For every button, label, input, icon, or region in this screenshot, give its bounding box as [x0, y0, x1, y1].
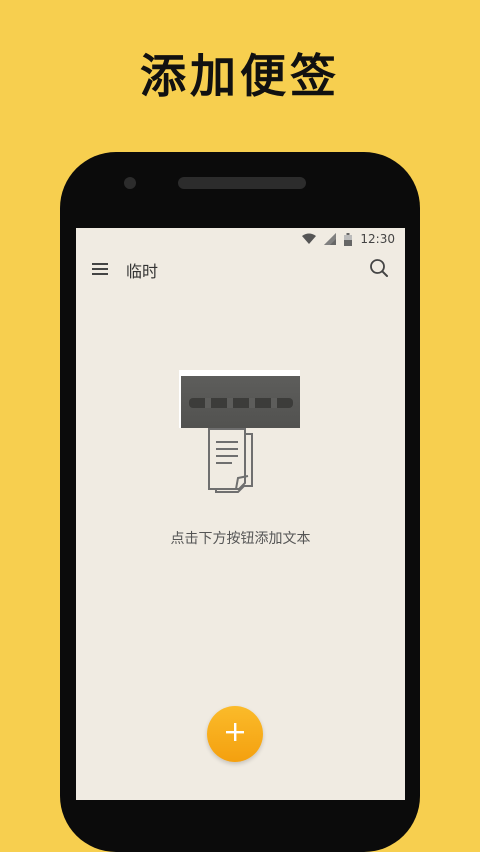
status-bar: 12:30	[76, 228, 405, 250]
add-note-button[interactable]	[207, 706, 263, 762]
promo-headline: 添加便签	[140, 49, 340, 103]
illustration-banner	[181, 376, 300, 428]
app-screen: 12:30 临时 点击下方按钮添加文本	[76, 228, 405, 800]
status-time: 12:30	[360, 232, 395, 246]
signal-icon	[324, 233, 337, 245]
front-camera	[124, 177, 136, 189]
empty-illustration	[179, 370, 300, 428]
toolbar-title: 临时	[126, 262, 159, 281]
plus-icon	[225, 722, 245, 746]
speaker-grille	[178, 177, 306, 189]
menu-icon	[92, 261, 108, 280]
empty-state-message: 点击下方按钮添加文本	[170, 531, 311, 547]
battery-icon	[344, 232, 353, 246]
wifi-icon	[302, 233, 317, 245]
app-toolbar: 临时	[76, 250, 405, 290]
menu-button[interactable]	[90, 260, 110, 280]
search-button[interactable]	[367, 258, 391, 282]
search-icon	[369, 258, 389, 282]
document-icon	[206, 428, 264, 502]
